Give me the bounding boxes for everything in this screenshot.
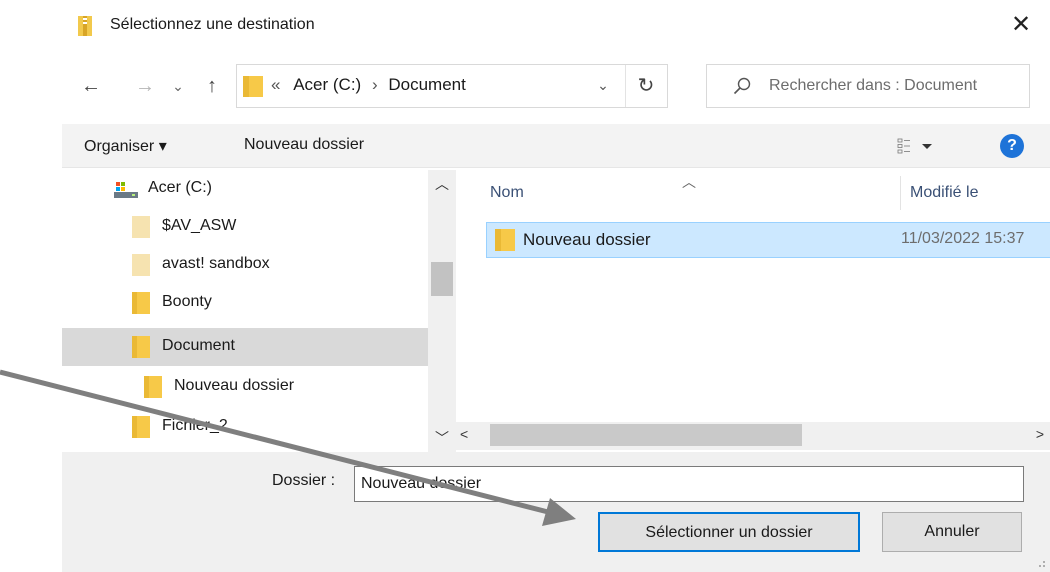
folder-icon [132,336,150,358]
window-title: Sélectionnez une destination [110,16,315,33]
title-bar: Sélectionnez une destination ✕ [62,0,1050,56]
breadcrumb-separator-icon[interactable]: › [366,75,384,94]
address-dropdown-icon[interactable]: ⌄ [593,77,613,94]
folder-icon [132,416,150,438]
select-destination-dialog: Sélectionnez une destination ✕ ← → ⌄ ↑ «… [62,0,1050,572]
tree-item-label: $AV_ASW [162,217,237,234]
scroll-left-icon[interactable]: < [460,426,468,442]
recent-locations-chevron-icon[interactable]: ⌄ [168,72,188,100]
tree-item-label: Document [162,337,235,354]
scroll-right-icon[interactable]: > [1036,426,1044,442]
navigation-bar: ← → ⌄ ↑ « Acer (C:) › Document ⌄ ↻ Reche… [62,60,1050,112]
folder-icon [132,292,150,314]
scrollbar-thumb[interactable] [431,262,453,296]
search-input[interactable]: Rechercher dans : Document [769,77,977,95]
drive-icon [114,182,138,198]
list-item-modified: 11/03/2022 15:37 [901,230,1025,247]
search-box[interactable]: Rechercher dans : Document [706,64,1030,108]
tree-vertical-scrollbar[interactable]: ︿ ﹀ [428,170,456,452]
file-list: ︿ Nom Modifié le Nouveau dossier 11/03/2… [456,170,1050,452]
address-overflow-chevron[interactable]: « [271,75,280,94]
scroll-down-icon[interactable]: ﹀ [428,428,456,448]
close-button[interactable]: ✕ [1006,10,1036,40]
tree-item-label: avast! sandbox [162,255,270,272]
refresh-icon[interactable]: ↻ [631,73,661,101]
scroll-up-icon[interactable]: ︿ [428,174,456,194]
address-path: « Acer (C:) › Document [271,75,466,95]
folder-icon [243,76,263,97]
command-bar: Organiser ▾ Nouveau dossier ? [62,124,1050,168]
tree-item-nouveau-dossier[interactable]: Nouveau dossier [62,368,428,406]
help-icon[interactable]: ? [1000,134,1024,158]
dialog-footer: Dossier : Sélectionner un dossier Annule… [62,452,1050,572]
sort-caret-icon: ︿ [682,174,696,190]
breadcrumb-acer[interactable]: Acer (C:) [285,75,361,94]
address-bar[interactable]: « Acer (C:) › Document ⌄ ↻ [236,64,668,108]
navigation-tree: Acer (C:) $AV_ASW avast! sandbox Boonty [62,170,456,452]
tree-item-label: Fichier_2 [162,417,228,434]
select-folder-button[interactable]: Sélectionner un dossier [598,512,860,552]
tree-item-label: Boonty [162,293,212,310]
view-options-icon[interactable] [896,136,936,156]
forward-arrow-icon[interactable]: → [130,72,160,100]
tree-item-av-asw[interactable]: $AV_ASW [62,208,428,246]
folder-zip-icon [78,16,92,36]
column-separator[interactable] [900,176,901,210]
list-horizontal-scrollbar[interactable]: < > [456,422,1050,450]
tree-item-avast-sandbox[interactable]: avast! sandbox [62,246,428,284]
column-header-name[interactable]: Nom [490,184,524,202]
new-folder-button[interactable]: Nouveau dossier [244,136,364,154]
tree-item-label: Nouveau dossier [174,377,295,394]
folder-icon [495,229,515,251]
tree-item-fichier-2[interactable]: Fichier_2 [62,408,428,446]
list-item-name: Nouveau dossier [523,230,651,249]
tree-item-label: Acer (C:) [148,179,212,196]
tree-item-acer[interactable]: Acer (C:) [62,170,428,208]
resize-grip-icon[interactable] [1034,556,1046,568]
scrollbar-thumb[interactable] [490,424,802,446]
folder-icon [144,376,162,398]
up-arrow-icon[interactable]: ↑ [198,72,226,100]
list-item[interactable]: Nouveau dossier 11/03/2022 15:37 [486,222,1050,258]
search-icon [733,77,751,95]
tree-item-document[interactable]: Document [62,328,428,366]
column-header-modified[interactable]: Modifié le [910,184,978,202]
back-arrow-icon[interactable]: ← [76,72,106,100]
folder-name-field[interactable] [354,466,1024,502]
address-divider [625,65,626,107]
folder-field-label: Dossier : [272,472,336,489]
breadcrumb-document[interactable]: Document [388,75,465,94]
organize-menu-button[interactable]: Organiser ▾ [84,136,167,156]
cancel-button[interactable]: Annuler [882,512,1022,552]
tree-item-boonty[interactable]: Boonty [62,284,428,322]
folder-pale-icon [132,216,150,238]
folder-pale-icon [132,254,150,276]
